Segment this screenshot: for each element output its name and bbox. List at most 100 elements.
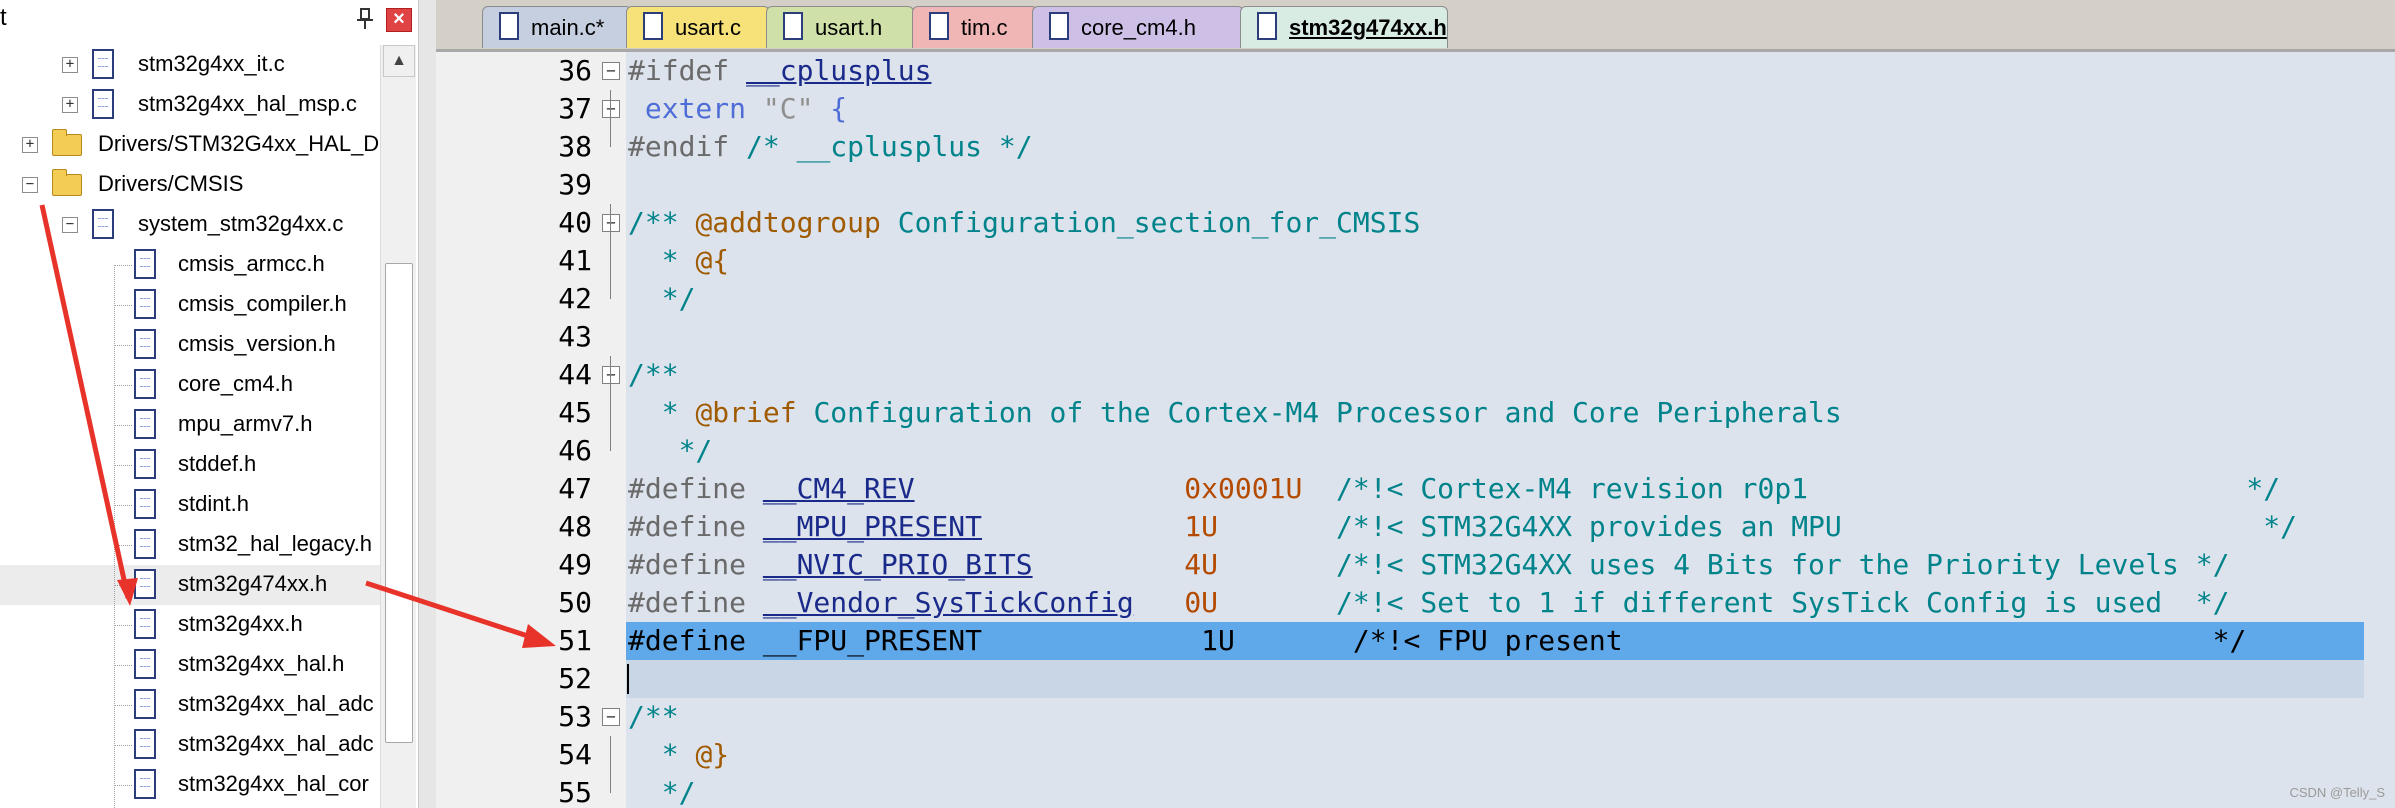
- editor-tab[interactable]: core_cm4.h: [1032, 6, 1244, 48]
- expand-icon[interactable]: +: [62, 97, 78, 113]
- code-line[interactable]: 41 * @{: [436, 242, 2395, 280]
- tree-item-label: Drivers/STM32G4xx_HAL_D: [98, 131, 380, 156]
- tree-item-label: stm32g4xx_hal.h: [178, 651, 345, 676]
- line-number: 44: [558, 358, 592, 391]
- tree-item[interactable]: + stm32g4xx_it.c: [0, 45, 380, 85]
- code-line[interactable]: 44−/**: [436, 356, 2395, 394]
- code-line[interactable]: 45 * @brief Configuration of the Cortex-…: [436, 394, 2395, 432]
- tree-item[interactable]: cmsis_armcc.h: [0, 245, 380, 285]
- code-line[interactable]: 51 #define __FPU_PRESENT 1U /*!< FPU pres…: [436, 622, 2395, 660]
- code-token: 1U: [1184, 510, 1219, 543]
- code-token: #define __FPU_PRESENT 1U /*!< FPU presen…: [628, 624, 2247, 657]
- tree-item[interactable]: cmsis_version.h: [0, 325, 380, 365]
- tree-item[interactable]: cmsis_compiler.h: [0, 285, 380, 325]
- expand-icon[interactable]: +: [62, 57, 78, 73]
- code-token: /*!< STM32G4XX uses 4 Bits for the Prior…: [1336, 548, 2230, 581]
- current-line-highlight: [626, 660, 2364, 698]
- file-icon: [1257, 12, 1277, 40]
- code-editor[interactable]: 36− #ifdef __cplusplus 37− extern "C" {38 #…: [436, 52, 2395, 808]
- fold-toggle-icon[interactable]: −: [602, 708, 620, 726]
- code-line[interactable]: 39: [436, 166, 2395, 204]
- expand-icon[interactable]: +: [22, 137, 38, 153]
- panel-splitter[interactable]: [418, 0, 436, 808]
- tree-item[interactable]: stm32g4xx_hal.h: [0, 645, 380, 685]
- code-line[interactable]: 50 #define __Vendor_SysTickConfig 0U /*!<…: [436, 584, 2395, 622]
- editor-tab[interactable]: stm32g474xx.h: [1240, 6, 1448, 48]
- code-line[interactable]: 37− extern "C" {: [436, 90, 2395, 128]
- file-icon: [134, 369, 156, 399]
- tab-label: core_cm4.h: [1081, 15, 1196, 40]
- code-token: extern: [628, 92, 763, 125]
- line-number: 43: [558, 320, 592, 353]
- fold-toggle-icon[interactable]: −: [602, 62, 620, 80]
- line-number: 36: [558, 54, 592, 87]
- tree-item[interactable]: stddef.h: [0, 445, 380, 485]
- tree-item[interactable]: stm32g4xx_hal_adc: [0, 685, 380, 725]
- tree-item[interactable]: mpu_armv7.h: [0, 405, 380, 445]
- code-line[interactable]: 52: [436, 660, 2395, 698]
- file-icon: [134, 489, 156, 519]
- scroll-up-arrow-icon[interactable]: ▲: [383, 45, 415, 77]
- tree-item-label: stm32g4xx_hal_adc: [178, 691, 374, 716]
- editor-tab[interactable]: main.c*: [482, 6, 632, 48]
- code-line[interactable]: 49 #define __NVIC_PRIO_BITS 4U /*!< STM32…: [436, 546, 2395, 584]
- tree-item[interactable]: + stm32g4xx_hal_msp.c: [0, 85, 380, 125]
- close-panel-button[interactable]: ×: [386, 8, 412, 32]
- tree-connector: [114, 465, 132, 466]
- code-line[interactable]: 55 */: [436, 774, 2395, 808]
- tree-item[interactable]: − Drivers/CMSIS: [0, 165, 380, 205]
- fold-toggle-icon[interactable]: −: [602, 366, 620, 384]
- code-line[interactable]: 38 #endif /* __cplusplus */: [436, 128, 2395, 166]
- line-number: 52: [558, 662, 592, 695]
- tree-item-label: stm32g4xx.h: [178, 611, 303, 636]
- code-line[interactable]: 53−/**: [436, 698, 2395, 736]
- tree-item[interactable]: stm32g474xx.h: [0, 565, 380, 605]
- tree-connector: [114, 585, 132, 586]
- code-token: @}: [695, 738, 730, 771]
- code-line[interactable]: 54 * @}: [436, 736, 2395, 774]
- collapse-icon[interactable]: −: [62, 217, 78, 233]
- tree-item[interactable]: stm32_hal_legacy.h: [0, 525, 380, 565]
- file-icon: [134, 649, 156, 679]
- tree-item[interactable]: stm32g4xx_hal_adc: [0, 725, 380, 765]
- file-icon: [134, 529, 156, 559]
- tree-item[interactable]: stm32g4xx.h: [0, 605, 380, 645]
- code-token: */: [628, 776, 696, 808]
- tree-item[interactable]: + Drivers/STM32G4xx_HAL_D: [0, 125, 380, 165]
- editor-tab[interactable]: usart.h: [766, 6, 914, 48]
- code-line[interactable]: 40−/** @addtogroup Configuration_section…: [436, 204, 2395, 242]
- tree-connector: [114, 345, 132, 346]
- editor-tab[interactable]: tim.c: [912, 6, 1038, 48]
- code-line[interactable]: 48 #define __MPU_PRESENT 1U /*!< STM32G4X…: [436, 508, 2395, 546]
- scroll-thumb[interactable]: [385, 263, 413, 743]
- tree-item[interactable]: − system_stm32g4xx.c: [0, 205, 380, 245]
- code-line[interactable]: 36− #ifdef __cplusplus: [436, 52, 2395, 90]
- pin-icon[interactable]: [354, 6, 376, 32]
- code-line[interactable]: 46 */: [436, 432, 2395, 470]
- tree-item[interactable]: stdint.h: [0, 485, 380, 525]
- tree-connector: [114, 385, 132, 386]
- editor-tab[interactable]: usart.c: [626, 6, 770, 48]
- code-line[interactable]: 43: [436, 318, 2395, 356]
- tree-item[interactable]: core_cm4.h: [0, 365, 380, 405]
- code-text: #ifdef __cplusplus: [628, 52, 931, 90]
- line-number: 53: [558, 700, 592, 733]
- tree-item-label: stm32g4xx_it.c: [138, 51, 285, 76]
- file-icon: [929, 12, 949, 40]
- code-line[interactable]: 42 */: [436, 280, 2395, 318]
- fold-toggle-icon[interactable]: −: [602, 214, 620, 232]
- line-number: 51: [558, 624, 592, 657]
- tree-scrollbar[interactable]: ▲: [380, 45, 416, 808]
- code-token: __cplusplus: [746, 54, 932, 87]
- tree-item[interactable]: stm32g4xx_hal_cor: [0, 765, 380, 805]
- code-line[interactable]: 47 #define __CM4_REV 0x0001U /*!< Cortex-…: [436, 470, 2395, 508]
- collapse-icon[interactable]: −: [22, 177, 38, 193]
- tab-label: usart.c: [675, 15, 742, 40]
- code-text: #define __FPU_PRESENT 1U /*!< FPU presen…: [628, 622, 2246, 660]
- fold-toggle-icon[interactable]: −: [602, 100, 620, 118]
- tree-connector: [114, 745, 132, 746]
- code-token: {: [813, 92, 848, 125]
